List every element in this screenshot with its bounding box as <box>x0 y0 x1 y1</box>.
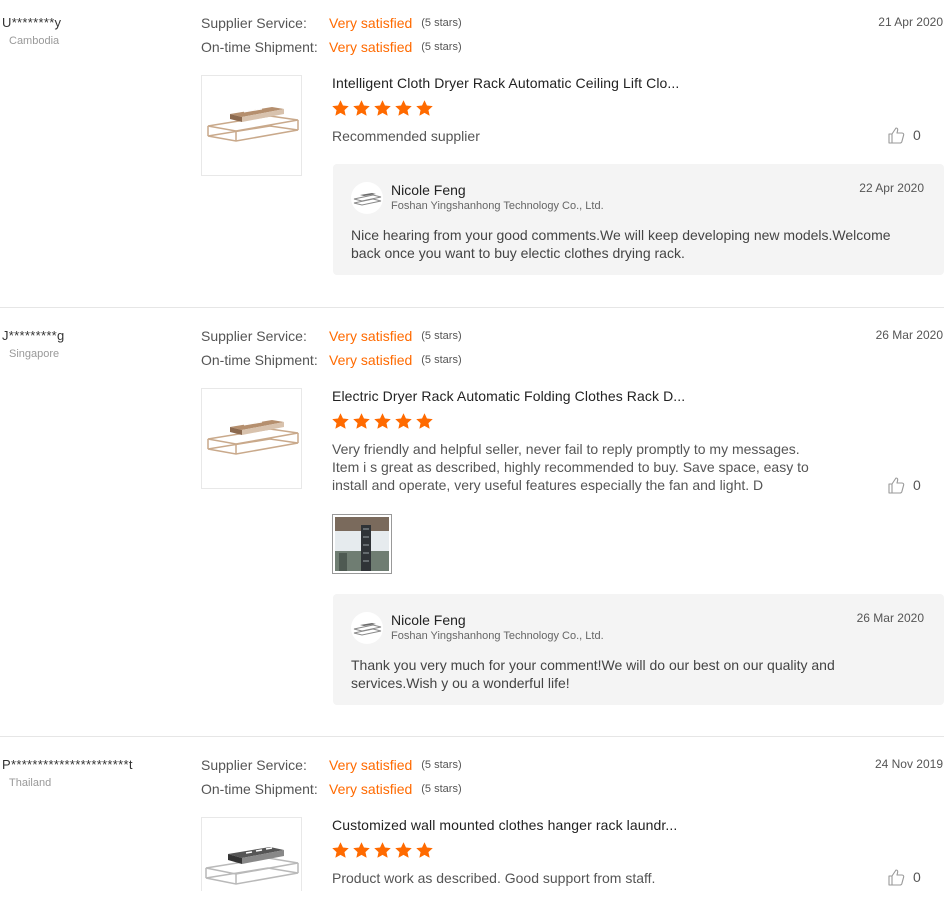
product-rating-stars <box>331 412 434 432</box>
review-comment: Product work as described. Good support … <box>332 870 656 886</box>
supplier-reply: Nicole Feng Foshan Yingshanhong Technolo… <box>333 594 944 705</box>
reply-author-name: Nicole Feng <box>391 182 466 198</box>
supplier-service-value: Very satisfied <box>329 757 413 773</box>
star-icon <box>395 100 412 116</box>
product-title[interactable]: Customized wall mounted clothes hanger r… <box>332 817 677 833</box>
review-photo[interactable] <box>332 514 392 574</box>
supplier-service-stars: (5 stars) <box>421 759 462 771</box>
ontime-shipment-label: On-time Shipment: <box>201 352 318 368</box>
star-icon <box>374 100 391 116</box>
ontime-shipment-value: Very satisfied <box>329 781 413 797</box>
product-rating-stars <box>331 841 434 861</box>
supplier-service-stars: (5 stars) <box>421 17 462 29</box>
like-count: 0 <box>913 869 921 885</box>
star-icon <box>353 842 370 858</box>
supplier-reply: Nicole Feng Foshan Yingshanhong Technolo… <box>333 164 944 275</box>
reviewer-country: Thailand <box>9 777 52 789</box>
star-icon <box>416 100 433 116</box>
supplier-service-label: Supplier Service: <box>201 15 307 31</box>
reply-text: Nice hearing from your good comments.We … <box>351 227 891 261</box>
like-count: 0 <box>913 127 921 143</box>
reviewer-info: J*********g Singapore <box>2 328 65 360</box>
product-rating-stars <box>331 99 434 119</box>
review-date: 26 Mar 2020 <box>875 328 943 342</box>
product-image[interactable] <box>201 817 302 891</box>
product-title[interactable]: Electric Dryer Rack Automatic Folding Cl… <box>332 388 685 404</box>
ontime-shipment-stars: (5 stars) <box>421 41 462 53</box>
reply-author-name: Nicole Feng <box>391 612 466 628</box>
reviewer-info: P**********************t Thailand <box>2 757 133 789</box>
supplier-service-value: Very satisfied <box>329 328 413 344</box>
reviewer-country: Cambodia <box>9 35 60 47</box>
reply-date: 26 Mar 2020 <box>856 611 924 625</box>
product-image[interactable] <box>201 388 302 489</box>
ontime-shipment-stars: (5 stars) <box>421 783 462 795</box>
review-comment: Very friendly and helpful seller, never … <box>332 441 809 493</box>
supplier-service-value: Very satisfied <box>329 15 413 31</box>
like-count: 0 <box>913 477 921 493</box>
star-icon <box>395 842 412 858</box>
ontime-shipment-label: On-time Shipment: <box>201 781 318 797</box>
supplier-avatar <box>351 182 383 214</box>
star-icon <box>374 413 391 429</box>
drying-rack-image <box>207 420 299 455</box>
star-icon <box>395 413 412 429</box>
ontime-shipment-rating: On-time Shipment: Very satisfied (5 star… <box>201 780 462 798</box>
supplier-service-rating: Supplier Service: Very satisfied (5 star… <box>201 14 462 32</box>
ontime-shipment-stars: (5 stars) <box>421 354 462 366</box>
review-divider <box>0 736 944 737</box>
reply-date: 22 Apr 2020 <box>859 181 924 195</box>
reviewer-country: Singapore <box>9 348 60 360</box>
drying-rack-image <box>205 847 299 885</box>
star-icon <box>416 842 433 858</box>
ontime-shipment-value: Very satisfied <box>329 39 413 55</box>
supplier-service-rating: Supplier Service: Very satisfied (5 star… <box>201 327 462 345</box>
reviewer-info: U********y Cambodia <box>2 15 61 47</box>
supplier-service-label: Supplier Service: <box>201 328 307 344</box>
reply-company: Foshan Yingshanhong Technology Co., Ltd. <box>391 200 604 212</box>
review-date: 21 Apr 2020 <box>878 15 943 29</box>
star-icon <box>332 842 349 858</box>
product-image[interactable] <box>201 75 302 176</box>
ontime-shipment-rating: On-time Shipment: Very satisfied (5 star… <box>201 351 462 369</box>
review-comment: Recommended supplier <box>332 128 480 144</box>
balcony-photo <box>335 517 389 571</box>
star-icon <box>374 842 391 858</box>
review-divider <box>0 307 944 308</box>
thumbs-up-icon <box>888 869 905 886</box>
thumbs-up-icon <box>888 477 905 494</box>
star-icon <box>416 413 433 429</box>
reply-text: Thank you very much for your comment!We … <box>351 657 835 691</box>
drying-rack-image <box>207 107 299 142</box>
reviewer-name: P**********************t <box>2 757 133 772</box>
like-button[interactable]: 0 <box>887 476 921 494</box>
reply-company: Foshan Yingshanhong Technology Co., Ltd. <box>391 630 604 642</box>
like-button[interactable]: 0 <box>887 126 921 144</box>
reviewer-name: J*********g <box>2 328 65 343</box>
ontime-shipment-rating: On-time Shipment: Very satisfied (5 star… <box>201 38 462 56</box>
star-icon <box>332 413 349 429</box>
thumbs-up-icon <box>888 127 905 144</box>
supplier-service-stars: (5 stars) <box>421 330 462 342</box>
review-date: 24 Nov 2019 <box>874 757 943 771</box>
supplier-avatar <box>351 612 383 644</box>
supplier-service-label: Supplier Service: <box>201 757 307 773</box>
ontime-shipment-label: On-time Shipment: <box>201 39 318 55</box>
reviews-page: U********y Cambodia Supplier Service: Ve… <box>0 0 947 891</box>
star-icon <box>353 413 370 429</box>
reviewer-name: U********y <box>2 15 62 30</box>
star-icon <box>332 100 349 116</box>
star-icon <box>353 100 370 116</box>
like-button[interactable]: 0 <box>887 868 921 886</box>
supplier-service-rating: Supplier Service: Very satisfied (5 star… <box>201 756 462 774</box>
product-title[interactable]: Intelligent Cloth Dryer Rack Automatic C… <box>332 75 679 91</box>
ontime-shipment-value: Very satisfied <box>329 352 413 368</box>
